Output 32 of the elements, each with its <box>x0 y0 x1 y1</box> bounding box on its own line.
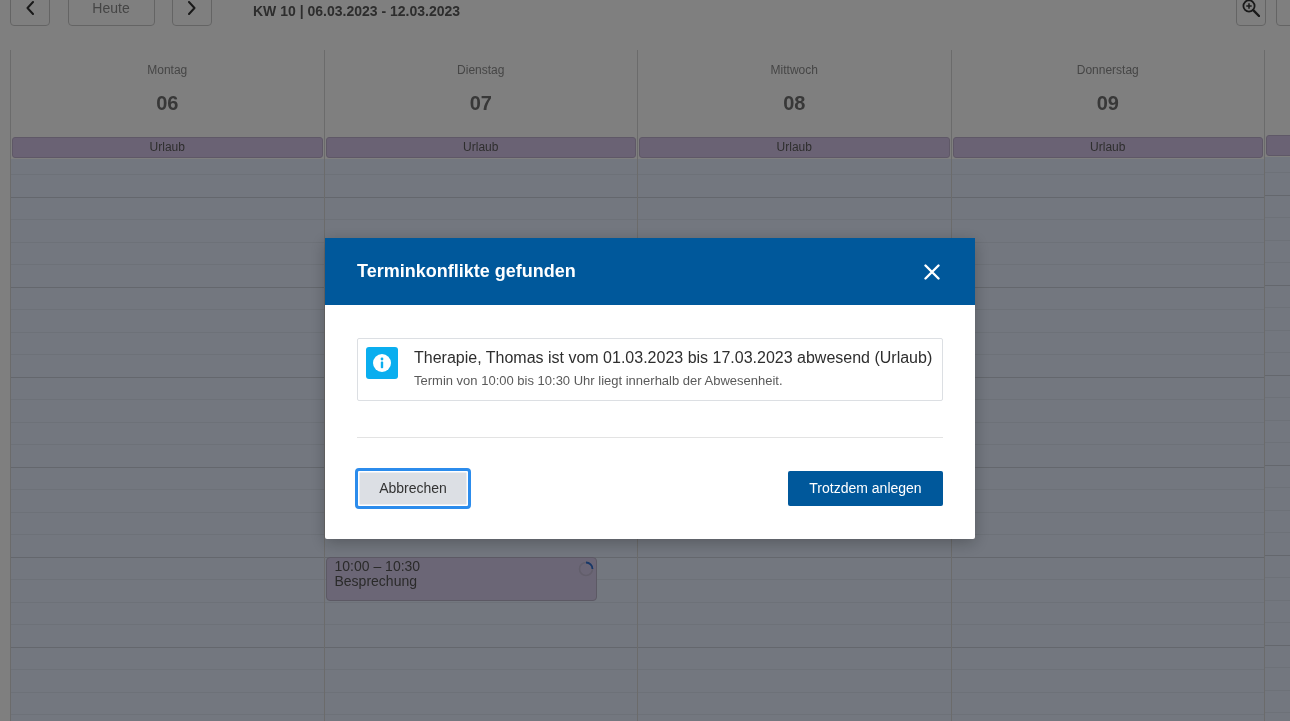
weekday-label: Dienstag <box>456 62 506 78</box>
close-icon <box>924 263 940 280</box>
next-week-button[interactable] <box>172 0 212 26</box>
today-button[interactable]: Heute <box>67 0 155 26</box>
time-grid[interactable] <box>951 159 1264 721</box>
dialog-title: Terminkonflikte gefunden <box>357 260 576 283</box>
appointment-block[interactable]: 10:00 – 10:30 Besprechung <box>325 557 597 601</box>
absence-bar[interactable]: Urlaub <box>952 137 1263 158</box>
close-button[interactable] <box>923 262 941 281</box>
day-number: 07 <box>468 91 493 115</box>
confirm-button[interactable]: Trotzdem anlegen <box>788 471 943 506</box>
day-number: 09 <box>1095 91 1120 115</box>
weekday-label: Mittwoch <box>769 62 819 78</box>
chevron-left-icon <box>26 1 34 15</box>
weekday-label: Montag <box>146 62 189 78</box>
previous-week-button[interactable] <box>10 0 50 26</box>
day-number: 06 <box>155 91 180 115</box>
appointment-title: Besprechung <box>334 574 418 589</box>
chevron-right-icon <box>188 1 196 15</box>
info-icon <box>366 347 398 379</box>
day-number: 08 <box>782 91 807 115</box>
conflict-detail: Termin von 10:00 bis 10:30 Uhr liegt innerhalb der Abwesenheit. <box>414 372 784 390</box>
appointment-time: 10:00 – 10:30 <box>334 559 421 574</box>
week-range-title: KW 10 | 06.03.2023 - 12.03.2023 <box>253 1 461 21</box>
zoom-in-icon <box>1242 0 1260 17</box>
conflict-title: Therapie, Thomas ist vom 01.03.2023 bis 17.03.2023 abwesend (Urlaub) <box>414 348 933 368</box>
cancel-button[interactable]: Abbrechen <box>355 468 471 509</box>
zoom-in-button[interactable] <box>1236 0 1266 26</box>
weekday-label: Donnerstag <box>1075 62 1140 78</box>
absence-bar[interactable]: Urlaub <box>325 137 636 158</box>
absence-bar[interactable]: Urlaub <box>12 137 323 158</box>
absence-bar[interactable]: Urlaub <box>639 137 950 158</box>
